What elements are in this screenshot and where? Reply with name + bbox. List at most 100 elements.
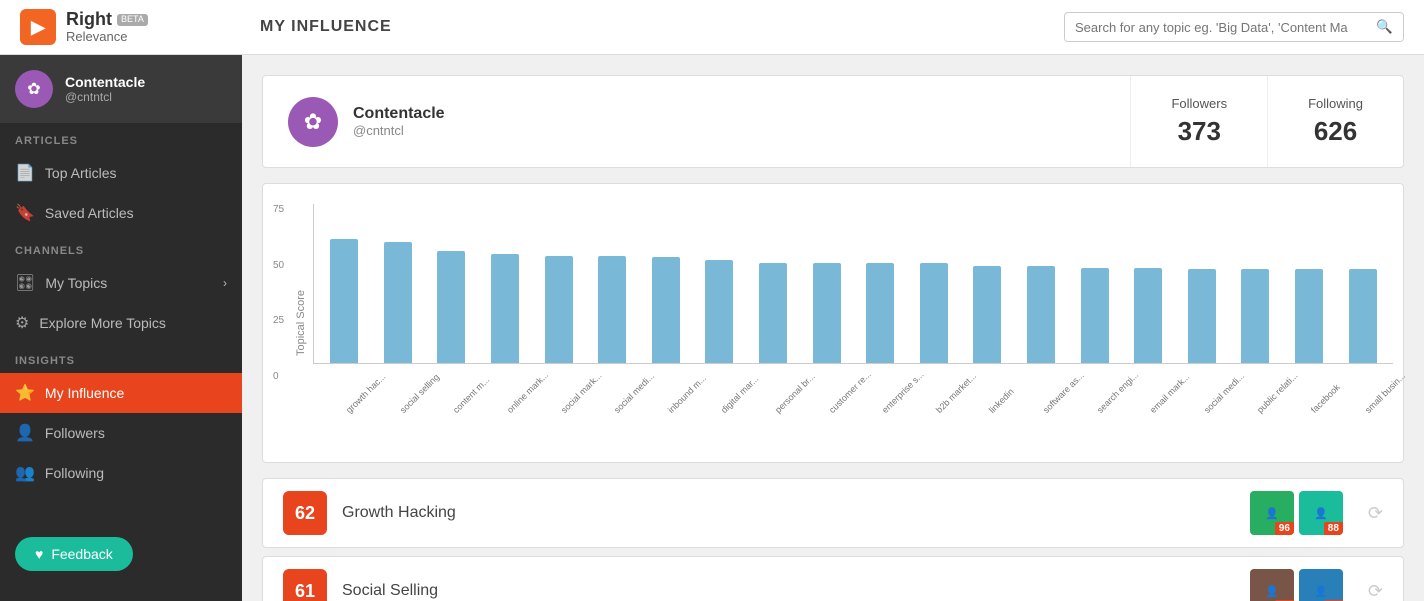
profile-names: Contentacle @cntntcl [353, 105, 445, 138]
section-articles-label: ARTICLES [0, 123, 242, 153]
bar-fill [920, 263, 948, 363]
score-badge: 62 [283, 491, 327, 535]
search-button[interactable]: 🔍 [1366, 13, 1403, 41]
sidebar-item-top-articles[interactable]: 📄 Top Articles [0, 153, 242, 193]
bar-fill [866, 263, 894, 363]
sidebar-item-label: My Topics [45, 275, 107, 291]
explore-icon: ⚙ [15, 313, 29, 333]
sidebar-item-label: My Influence [45, 385, 124, 401]
profile-name: Contentacle [353, 105, 445, 123]
chart-bar: email mark... [1123, 214, 1174, 363]
sidebar-item-my-topics[interactable]: 🎛 My Topics › [0, 263, 242, 303]
topics-list: 62Growth Hacking👤96👤88⟳61Social Selling👤… [262, 478, 1404, 601]
bar-label: small busin... [1363, 371, 1407, 415]
topic-name: Growth Hacking [342, 504, 1235, 522]
chart-bar: public relati... [1230, 214, 1281, 363]
chart-bar: personal br... [748, 214, 799, 363]
search-area: 🔍 [1064, 12, 1404, 42]
bar-fill [1081, 268, 1109, 363]
sidebar-item-label: Saved Articles [45, 205, 134, 221]
bar-fill [759, 263, 787, 363]
beta-badge: BETA [117, 14, 148, 26]
chart-bar: software as... [1016, 214, 1067, 363]
heart-icon: ♥ [35, 546, 43, 562]
score-badge: 61 [283, 569, 327, 601]
bar-fill [705, 260, 733, 363]
chevron-right-icon: › [223, 276, 227, 290]
bar-fill [1134, 268, 1162, 363]
feedback-button[interactable]: ♥ Feedback [15, 537, 133, 571]
followers-icon: 👤 [15, 423, 35, 443]
layout: ✿ Contentacle @cntntcl ARTICLES 📄 Top Ar… [0, 55, 1424, 601]
bar-label: linkedin [987, 386, 1016, 415]
main-content: ✿ Contentacle @cntntcl Followers 373 Fol… [242, 55, 1424, 601]
sidebar-item-label: Explore More Topics [39, 315, 166, 331]
bar-fill [1027, 266, 1055, 363]
logo-area: ▶ Right BETA Relevance [20, 9, 260, 45]
sidebar-item-followers[interactable]: 👤 Followers [0, 413, 242, 453]
sidebar-item-following[interactable]: 👥 Following [0, 453, 242, 493]
bar-fill [545, 256, 573, 363]
bar-label: facebook [1309, 382, 1342, 415]
following-count: 626 [1314, 116, 1357, 147]
influencer-avatar[interactable]: 👤88 [1299, 491, 1343, 535]
followers-stat: Followers 373 [1131, 76, 1268, 167]
chart-bar: facebook [1284, 214, 1335, 363]
chart-bar: search engi... [1069, 214, 1120, 363]
logo-icon: ▶ [20, 9, 56, 45]
chart-bar: social selling [373, 214, 424, 363]
followers-label: Followers [1171, 96, 1227, 111]
search-input[interactable] [1065, 14, 1366, 41]
sidebar-item-label: Top Articles [45, 165, 117, 181]
bar-label: enterprise s... [880, 369, 926, 415]
following-label: Following [1308, 96, 1363, 111]
bar-label: growth hac... [344, 372, 388, 416]
following-icon: 👥 [15, 463, 35, 483]
bar-fill [384, 242, 412, 363]
chart-bar: social medi... [587, 214, 638, 363]
bar-fill [598, 256, 626, 363]
chart-bar: growth hac... [319, 214, 370, 363]
influencer-avatar[interactable]: 👤96 [1250, 491, 1294, 535]
sidebar-item-label: Followers [45, 425, 105, 441]
sidebar-item-saved-articles[interactable]: 🔖 Saved Articles [0, 193, 242, 233]
bar-fill [1349, 269, 1377, 363]
influencer-avatar[interactable]: 👤93 [1250, 569, 1294, 601]
influencer-avatar[interactable]: 👤90 [1299, 569, 1343, 601]
chart-bar: online mark... [480, 214, 531, 363]
profile-info: ✿ Contentacle @cntntcl [263, 76, 1131, 167]
logo-sub: Relevance [66, 30, 148, 44]
sidebar-item-my-influence[interactable]: ⭐ My Influence [0, 373, 242, 413]
chart-bar: inbound m... [641, 214, 692, 363]
bar-fill [813, 263, 841, 363]
chart-bar: customer re... [801, 214, 852, 363]
bar-label: digital mar... [719, 374, 760, 415]
bar-fill [1295, 269, 1323, 363]
more-options-icon[interactable]: ⟳ [1368, 503, 1383, 524]
bar-fill [330, 239, 358, 363]
profile-card: ✿ Contentacle @cntntcl Followers 373 Fol… [262, 75, 1404, 168]
topic-row: 61Social Selling👤93👤90⟳ [262, 556, 1404, 601]
user-handle: @cntntcl [65, 90, 145, 104]
profile-avatar: ✿ [288, 97, 338, 147]
bar-fill [491, 254, 519, 363]
user-info: Contentacle @cntntcl [65, 74, 145, 104]
sidebar-item-explore-topics[interactable]: ⚙ Explore More Topics [0, 303, 242, 343]
more-options-icon[interactable]: ⟳ [1368, 581, 1383, 601]
bar-label: social medi... [1202, 371, 1246, 415]
bar-fill [652, 257, 680, 363]
bar-label: online mark... [505, 370, 550, 415]
sidebar: ✿ Contentacle @cntntcl ARTICLES 📄 Top Ar… [0, 55, 242, 601]
chart-y-label: Topical Score [295, 290, 307, 356]
chart-bar: social medi... [1177, 214, 1228, 363]
bar-label: search engi... [1095, 370, 1140, 415]
chart-bar: b2b market... [909, 214, 960, 363]
bar-fill [973, 266, 1001, 363]
influence-icon: ⭐ [15, 383, 35, 403]
profile-handle: @cntntcl [353, 123, 445, 138]
following-stat: Following 626 [1268, 76, 1403, 167]
bar-label: personal br... [773, 371, 817, 415]
article-icon: 📄 [15, 163, 35, 183]
topic-row: 62 Growth Hacking 👤96👤88 ⟳ [262, 478, 1404, 548]
chart-bar: digital mar... [694, 214, 745, 363]
